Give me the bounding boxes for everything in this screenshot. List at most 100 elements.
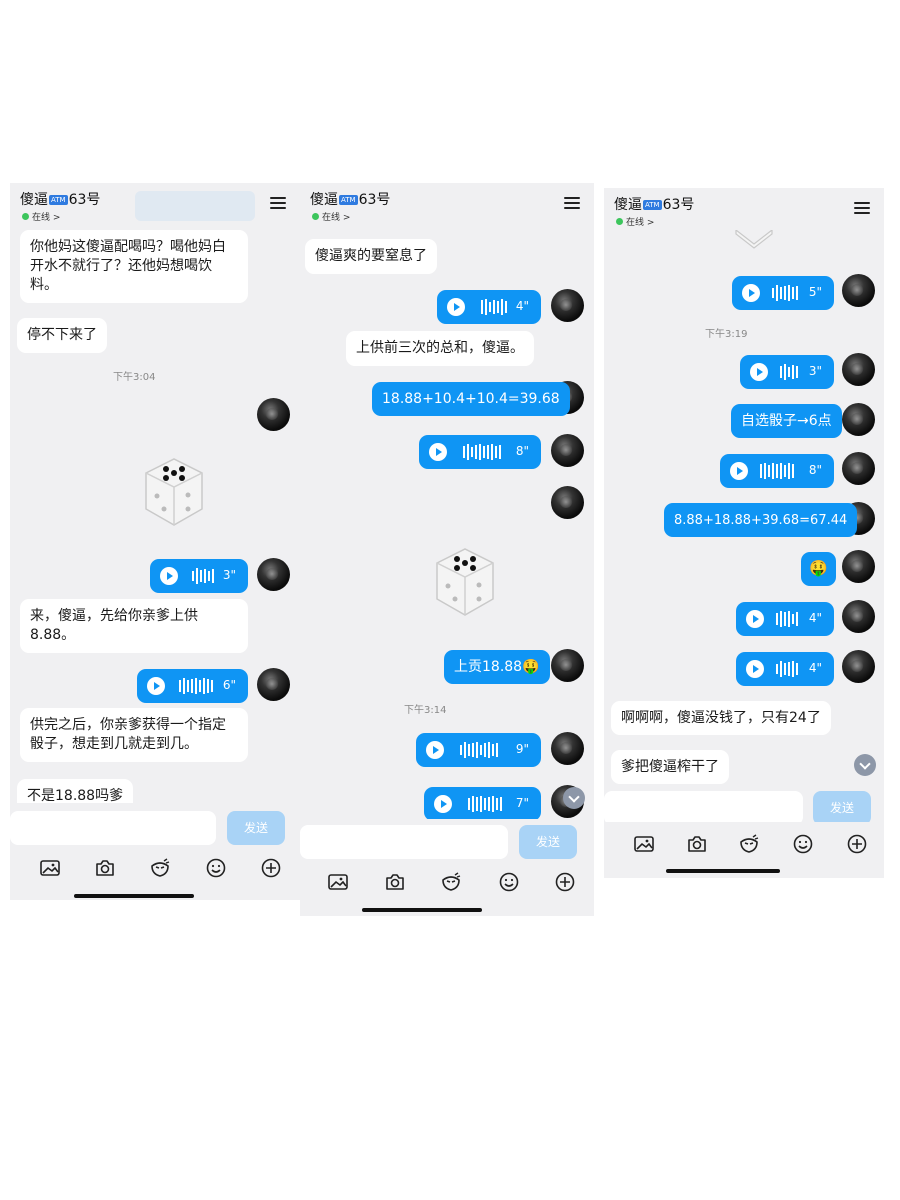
plus-icon[interactable] — [554, 871, 576, 893]
play-icon[interactable] — [434, 795, 452, 813]
chat-header: 傻逼 ATM 63号 在线 > — [604, 188, 884, 230]
voice-message[interactable]: 8" — [720, 454, 834, 488]
avatar[interactable] — [842, 650, 875, 683]
message-incoming[interactable]: 你他妈这傻逼配喝吗？喝他妈白开水不就行了？还他妈想喝饮料。 — [20, 230, 248, 303]
camera-icon[interactable] — [384, 871, 406, 893]
avatar[interactable] — [551, 486, 584, 519]
avatar[interactable] — [551, 649, 584, 682]
message-outgoing[interactable]: 上贡18.88🤑 — [444, 650, 550, 684]
voice-message[interactable]: 9" — [416, 733, 541, 767]
send-button[interactable]: 发送 — [227, 811, 285, 845]
waveform-icon — [776, 611, 800, 627]
home-indicator[interactable] — [362, 908, 482, 912]
message-outgoing[interactable]: 8.88+18.88+39.68=67.44 — [664, 503, 858, 537]
sticker-icon[interactable] — [440, 871, 462, 893]
plus-icon[interactable] — [846, 833, 868, 855]
play-icon[interactable] — [426, 741, 444, 759]
menu-icon[interactable] — [854, 201, 870, 215]
sticker-icon[interactable] — [149, 857, 171, 879]
dice-icon[interactable] — [429, 541, 501, 621]
avatar[interactable] — [257, 398, 290, 431]
atm-badge: ATM — [339, 195, 358, 205]
image-icon[interactable] — [327, 871, 349, 893]
message-incoming[interactable]: 啊啊啊，傻逼没钱了，只有24了 — [611, 701, 831, 735]
plus-icon[interactable] — [260, 857, 282, 879]
sticker-icon[interactable] — [738, 833, 760, 855]
avatar[interactable] — [842, 274, 875, 307]
play-icon[interactable] — [730, 462, 748, 480]
play-icon[interactable] — [147, 677, 165, 695]
online-status[interactable]: 在线 > — [312, 210, 350, 223]
voice-duration: 7" — [515, 796, 529, 810]
title-suffix: 63号 — [358, 192, 391, 208]
message-outgoing[interactable]: 🤑 — [801, 552, 836, 586]
image-icon[interactable] — [633, 833, 655, 855]
atm-badge: ATM — [49, 195, 68, 205]
play-icon[interactable] — [746, 660, 764, 678]
avatar[interactable] — [257, 558, 290, 591]
voice-duration: 4" — [808, 611, 822, 625]
online-status[interactable]: 在线 > — [616, 215, 654, 228]
camera-icon[interactable] — [94, 857, 116, 879]
chat-title[interactable]: 傻逼 ATM 63号 — [614, 194, 694, 214]
camera-icon[interactable] — [686, 833, 708, 855]
message-incoming[interactable]: 傻逼爽的要窒息了 — [305, 239, 437, 274]
voice-message[interactable]: 8" — [419, 435, 541, 469]
home-indicator[interactable] — [666, 869, 780, 873]
message-incoming[interactable]: 停不下来了 — [17, 318, 107, 353]
voice-message[interactable]: 4" — [736, 602, 834, 636]
avatar[interactable] — [842, 600, 875, 633]
play-icon[interactable] — [429, 443, 447, 461]
send-button[interactable]: 发送 — [813, 791, 871, 825]
voice-message[interactable]: 3" — [150, 559, 248, 593]
menu-icon[interactable] — [270, 196, 286, 210]
message-outgoing[interactable]: 18.88+10.4+10.4=39.68 — [372, 382, 570, 416]
voice-message[interactable]: 7" — [424, 787, 541, 821]
emoji-icon[interactable] — [205, 857, 227, 879]
message-incoming[interactable]: 爹把傻逼榨干了 — [611, 750, 729, 784]
avatar[interactable] — [551, 434, 584, 467]
waveform-icon — [192, 568, 216, 584]
avatar[interactable] — [842, 452, 875, 485]
voice-message[interactable]: 6" — [137, 669, 248, 703]
waveform-icon — [780, 364, 800, 380]
menu-icon[interactable] — [564, 196, 580, 210]
message-incoming[interactable]: 上供前三次的总和，傻逼。 — [346, 331, 534, 366]
toolbar — [300, 860, 594, 904]
avatar[interactable] — [551, 289, 584, 322]
avatar[interactable] — [842, 550, 875, 583]
send-button[interactable]: 发送 — [519, 825, 577, 859]
avatar[interactable] — [551, 732, 584, 765]
scroll-down-icon[interactable] — [854, 754, 876, 776]
play-icon[interactable] — [160, 567, 178, 585]
avatar[interactable] — [842, 353, 875, 386]
voice-message[interactable]: 3" — [740, 355, 834, 389]
message-incoming[interactable]: 供完之后，你亲爹获得一个指定骰子，想走到几就走到几。 — [20, 708, 248, 762]
emoji-icon[interactable] — [498, 871, 520, 893]
message-input[interactable] — [10, 811, 216, 845]
message-input[interactable] — [300, 825, 508, 859]
play-icon[interactable] — [746, 610, 764, 628]
dice-icon[interactable] — [138, 451, 210, 531]
avatar[interactable] — [257, 668, 290, 701]
emoji-icon[interactable] — [792, 833, 814, 855]
message-outgoing[interactable]: 自选骰子→6点 — [731, 404, 842, 438]
play-icon[interactable] — [742, 284, 760, 302]
voice-message[interactable]: 4" — [437, 290, 541, 324]
voice-message[interactable]: 4" — [736, 652, 834, 686]
chat-title[interactable]: 傻逼 ATM 63号 — [20, 189, 100, 209]
avatar[interactable] — [842, 403, 875, 436]
dice-icon[interactable] — [734, 230, 774, 250]
waveform-icon — [760, 463, 796, 479]
scroll-down-icon[interactable] — [563, 787, 585, 809]
message-input[interactable] — [604, 791, 803, 825]
online-status[interactable]: 在线 > — [22, 210, 60, 223]
image-icon[interactable] — [39, 857, 61, 879]
play-icon[interactable] — [447, 298, 465, 316]
voice-message[interactable]: 5" — [732, 276, 834, 310]
chat-title[interactable]: 傻逼 ATM 63号 — [310, 189, 390, 209]
voice-duration: 3" — [808, 364, 822, 378]
play-icon[interactable] — [750, 363, 768, 381]
message-incoming[interactable]: 来，傻逼，先给你亲爹上供8.88。 — [20, 599, 248, 653]
home-indicator[interactable] — [74, 894, 194, 898]
